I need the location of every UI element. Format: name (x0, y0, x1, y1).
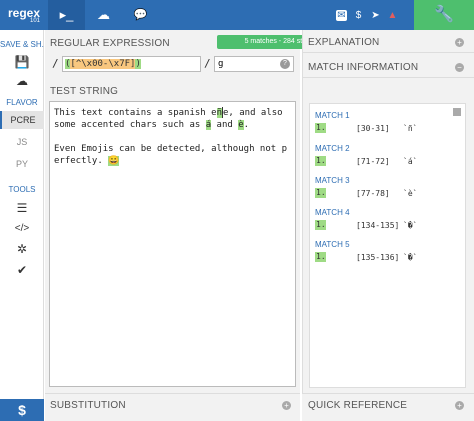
match-group: 1. (315, 123, 326, 133)
format-list-icon[interactable]: ☰ (0, 200, 44, 216)
collapse-minus-icon[interactable]: − (455, 63, 464, 72)
cloud-icon[interactable]: ☁ (85, 0, 122, 30)
explanation-label: EXPLANATION (308, 37, 380, 48)
match-information-label: MATCH INFORMATION (308, 62, 419, 73)
match-value: `è` (403, 189, 418, 198)
match-value: `ñ` (403, 124, 418, 133)
mail-icon[interactable]: ✉ (336, 9, 347, 21)
tools-heading: TOOLS (8, 185, 36, 194)
flavor-heading: FLAVOR (6, 98, 38, 107)
save-share-heading: SAVE & SH... (0, 40, 44, 49)
test-string-label: TEST STRING (50, 86, 119, 97)
dollar-icon[interactable]: $ (353, 10, 364, 21)
match-group: 1. (315, 188, 326, 198)
test-text: . (243, 120, 250, 130)
expand-plus-icon[interactable]: + (455, 401, 464, 410)
match-title: MATCH 3 (315, 176, 350, 185)
check-icon[interactable]: ✔ (0, 262, 44, 278)
send-icon[interactable]: ➤ (370, 10, 381, 21)
expand-plus-icon[interactable]: + (455, 38, 464, 47)
terminal-icon[interactable]: ▸_ (48, 0, 85, 30)
regex-label: REGULAR EXPRESSION (50, 38, 170, 49)
cloud-upload-icon[interactable]: ☁ (0, 73, 44, 89)
quick-reference-section[interactable]: QUICK REFERENCE + (302, 393, 474, 421)
top-bar: regex 101 ▸_ ☁ 💬 ✉ $ ➤ ▲ 🔧 (0, 0, 474, 30)
match-title: MATCH 2 (315, 144, 350, 153)
match-information-section[interactable]: MATCH INFORMATION − (303, 56, 474, 78)
save-icon[interactable]: 💾 (0, 54, 44, 70)
test-text: and (211, 120, 239, 130)
match-range: [134-135] (356, 221, 400, 230)
regex-char-class: [^\x00-\x7F] (70, 59, 136, 69)
test-text: Even Emojis can be detected, although no… (54, 144, 287, 166)
sidebar: SAVE & SH... 💾 ☁ FLAVOR PCRE JS PY TOOLS… (0, 30, 44, 421)
logo[interactable]: regex 101 (0, 0, 48, 30)
match-range: [30-31] (356, 124, 390, 133)
match-value: `�` (403, 253, 418, 262)
expand-plus-icon[interactable]: + (282, 401, 291, 410)
logo-sub: 101 (30, 18, 41, 24)
top-actions: ✉ $ ➤ ▲ (336, 0, 398, 30)
match-title: MATCH 4 (315, 208, 350, 217)
quick-reference-label: QUICK REFERENCE (308, 400, 408, 411)
substitution-section[interactable]: SUBSTITUTION + (45, 393, 300, 421)
settings-wrench-icon[interactable]: 🔧 (414, 0, 474, 30)
flags-input[interactable]: g? (214, 56, 294, 72)
substitution-label: SUBSTITUTION (50, 400, 126, 411)
match-range: [71-72] (356, 157, 390, 166)
match-value: `á` (403, 157, 418, 166)
expand-icon[interactable] (453, 108, 461, 116)
match-range: [77-78] (356, 189, 390, 198)
code-icon[interactable]: </> (0, 221, 44, 237)
flavor-py[interactable]: PY (0, 155, 44, 173)
test-text: This text contains a spanish e (54, 108, 217, 118)
chat-icon[interactable]: 💬 (122, 0, 159, 30)
regex101-app: regex 101 ▸_ ☁ 💬 ✉ $ ➤ ▲ 🔧 SAVE & SH... 💾… (0, 0, 474, 421)
match-group: 1. (315, 220, 326, 230)
warning-icon[interactable]: ▲ (387, 10, 398, 21)
regex-delimiter-open: / (52, 57, 59, 70)
match-value: `�` (403, 221, 418, 230)
match-group: 1. (315, 156, 326, 166)
debugger-bug-icon[interactable]: ✲ (0, 241, 44, 257)
match-group: 1. (315, 252, 326, 262)
help-icon[interactable]: ? (280, 59, 290, 69)
match-range: [135-136] (356, 253, 400, 262)
flavor-js[interactable]: JS (0, 133, 44, 151)
match-title: MATCH 1 (315, 111, 350, 120)
regex-delimiter-close: / (204, 57, 211, 70)
regex-input[interactable]: ([^\x00-\x7F]) (62, 56, 201, 72)
explanation-section[interactable]: EXPLANATION + (303, 31, 474, 53)
match-information-list: MATCH 1 1. [30-31] `ñ` MATCH 2 1. [71-72… (309, 103, 466, 388)
test-string-input[interactable]: This text contains a spanish eñe, and al… (49, 101, 296, 387)
donate-button[interactable]: $ (0, 399, 44, 421)
flags-value: g (218, 59, 224, 69)
flavor-pcre[interactable]: PCRE (0, 111, 44, 129)
match-highlight: 😀 (108, 156, 120, 166)
regex-group-close: ) (135, 59, 141, 69)
match-title: MATCH 5 (315, 240, 350, 249)
